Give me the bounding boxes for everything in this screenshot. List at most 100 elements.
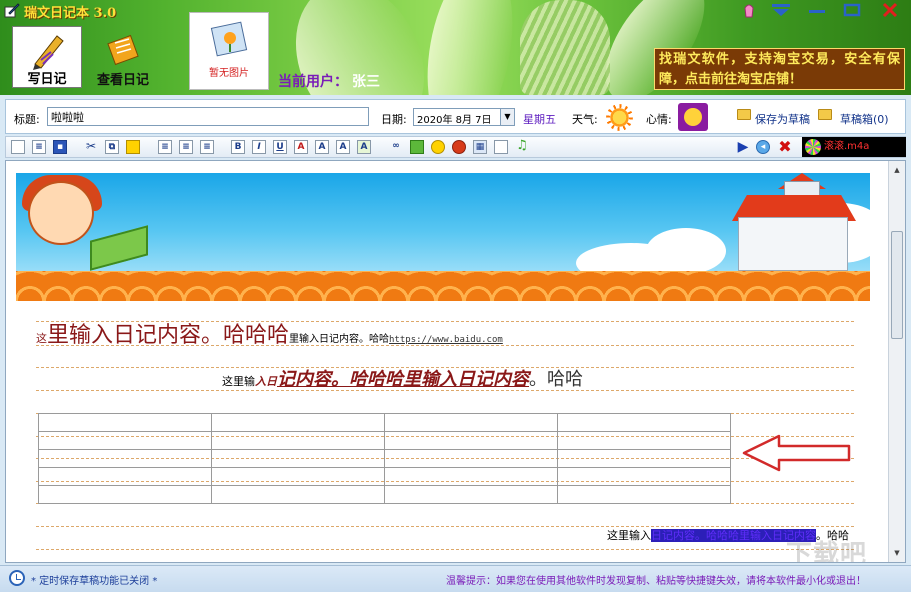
- chevron-down-icon[interactable]: ▼: [500, 109, 514, 125]
- align-left-icon[interactable]: ≡: [158, 140, 172, 154]
- table-cell[interactable]: [211, 485, 385, 504]
- music-note-icon[interactable]: ♫: [515, 139, 529, 154]
- date-label: 日期:: [381, 113, 407, 126]
- skin-icon[interactable]: [738, 1, 760, 19]
- clock-icon: [9, 570, 25, 586]
- align-right-icon[interactable]: ≡: [200, 140, 214, 154]
- book-icon: [107, 34, 139, 66]
- diary-text-small: 里输入日记内容。哈哈: [289, 334, 390, 345]
- insert-table-icon[interactable]: ▦: [473, 140, 487, 154]
- table-row: [38, 467, 731, 486]
- flash-icon[interactable]: [452, 140, 466, 154]
- promo-banner[interactable]: 找瑞文软件，支持淘宝交易，安全有保障，点击前往淘宝店铺！: [654, 48, 905, 90]
- table-cell[interactable]: [557, 485, 731, 504]
- bold-icon[interactable]: B: [231, 140, 245, 154]
- photo-placeholder[interactable]: 暂无图片: [189, 12, 269, 90]
- cut-icon[interactable]: ✂: [84, 140, 98, 154]
- copy-icon[interactable]: ⧉: [105, 140, 119, 154]
- table-cell[interactable]: [38, 413, 212, 432]
- table-cell[interactable]: [384, 485, 558, 504]
- house-cartoon-icon: [738, 217, 848, 271]
- diary-text: 这里输入: [607, 529, 651, 542]
- table-cell[interactable]: [211, 431, 385, 450]
- draft-box-button[interactable]: 草稿箱(0): [840, 111, 889, 127]
- table-cell[interactable]: [38, 485, 212, 504]
- current-user: 当前用户： 张三: [278, 71, 380, 91]
- save-draft-button[interactable]: 保存为草稿: [755, 111, 810, 127]
- sun-weather-icon[interactable]: [606, 104, 633, 131]
- table-cell[interactable]: [211, 449, 385, 468]
- entry-form-row: 标题: 日期: 2020年 8月 7日 ▼ 星期五 天气: 心情: 保存为草稿 …: [5, 99, 906, 134]
- table-cell[interactable]: [384, 467, 558, 486]
- cloud-decoration: [646, 228, 726, 274]
- table-cell[interactable]: [211, 413, 385, 432]
- wave-border-decoration: [16, 271, 870, 301]
- diary-url-link[interactable]: https://www.baidu.com: [389, 335, 503, 345]
- minimize-button[interactable]: [806, 1, 828, 19]
- weather-label: 天气:: [572, 113, 598, 126]
- table-cell[interactable]: [38, 467, 212, 486]
- play-icon[interactable]: ▶: [736, 140, 750, 154]
- save-icon[interactable]: ▪: [53, 140, 67, 154]
- music-player[interactable]: 滚滚.m4a: [802, 137, 906, 157]
- diary-text: 这里输: [222, 375, 255, 388]
- view-diary-button[interactable]: 查看日记: [88, 26, 158, 88]
- pencil-icon: [33, 35, 64, 70]
- align-center-icon[interactable]: ≡: [179, 140, 193, 154]
- title-input[interactable]: [47, 107, 369, 126]
- italic-icon[interactable]: I: [252, 140, 266, 154]
- table-cell[interactable]: [557, 413, 731, 432]
- new-document-icon[interactable]: [11, 140, 25, 154]
- link-icon[interactable]: ∞: [389, 140, 403, 154]
- diary-text-line[interactable]: 这里输入日记内容。哈哈哈里输入日记内容。哈哈: [222, 365, 583, 391]
- table-cell[interactable]: [557, 467, 731, 486]
- stop-icon[interactable]: ✖: [778, 139, 792, 155]
- boy-cartoon-icon: [28, 181, 94, 245]
- table-cell[interactable]: [38, 449, 212, 468]
- table-cell[interactable]: [557, 431, 731, 450]
- rewind-icon[interactable]: ◂: [756, 140, 770, 154]
- emoticon-icon[interactable]: [431, 140, 445, 154]
- table-cell[interactable]: [211, 467, 385, 486]
- maximize-button[interactable]: [841, 1, 863, 19]
- insert-image-icon[interactable]: [410, 140, 424, 154]
- page-icon[interactable]: [494, 140, 508, 154]
- font-size-down-icon[interactable]: A: [336, 140, 350, 154]
- table-row: [38, 431, 731, 450]
- diary-editor[interactable]: 这里输入日记内容。哈哈哈里输入日记内容。哈哈 https://www.baidu.…: [5, 160, 906, 563]
- dropdown-arrow-icon[interactable]: [770, 1, 792, 19]
- underline-icon[interactable]: U: [273, 140, 287, 154]
- diary-text-large: 里输入日记内容。哈哈哈: [47, 323, 290, 348]
- write-diary-button[interactable]: 写日记: [12, 26, 82, 88]
- write-diary-label: 写日记: [27, 72, 67, 87]
- highlight-color-icon[interactable]: A: [357, 140, 371, 154]
- status-bar: * 定时保存草稿功能已关闭 * 温馨提示：如果您在使用其他软件时发现复制、粘贴等…: [0, 565, 911, 592]
- font-size-up-icon[interactable]: A: [315, 140, 329, 154]
- table-cell[interactable]: [384, 413, 558, 432]
- diary-text-line[interactable]: 这里输入日记内容。哈哈哈里输入日记内容。哈哈https://www.baidu.…: [36, 317, 503, 349]
- diary-text-italic: 入日: [255, 375, 277, 388]
- close-icon: [882, 2, 898, 18]
- folder-open-icon: [818, 109, 832, 120]
- current-user-label: 当前用户：: [278, 74, 348, 90]
- diary-table[interactable]: [38, 413, 731, 504]
- music-track-name: 滚滚.m4a: [824, 141, 870, 152]
- smiley-mood-icon[interactable]: [678, 103, 708, 131]
- scrollbar-thumb[interactable]: [891, 231, 903, 339]
- table-cell[interactable]: [38, 431, 212, 450]
- diary-text: 。哈哈: [529, 369, 583, 390]
- paste-icon[interactable]: [126, 140, 140, 154]
- date-value: 2020年 8月 7日: [417, 115, 492, 126]
- picture-icon: [210, 21, 248, 57]
- close-button[interactable]: [879, 1, 901, 19]
- table-cell[interactable]: [384, 431, 558, 450]
- scroll-down-icon[interactable]: ▼: [891, 546, 903, 560]
- date-picker[interactable]: 2020年 8月 7日 ▼: [413, 108, 515, 126]
- editor-scrollbar[interactable]: ▲ ▼: [888, 161, 905, 562]
- table-row: [38, 449, 731, 468]
- table-cell[interactable]: [384, 449, 558, 468]
- open-document-icon[interactable]: ≡: [32, 140, 46, 154]
- table-cell[interactable]: [557, 449, 731, 468]
- font-color-icon[interactable]: A: [294, 140, 308, 154]
- scroll-up-icon[interactable]: ▲: [891, 163, 903, 177]
